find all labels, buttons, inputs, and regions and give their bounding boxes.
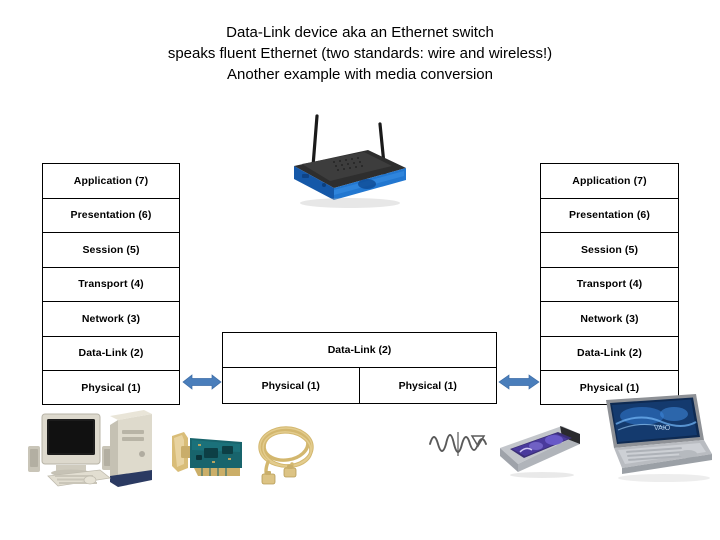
- wireless-link-arrow: [496, 371, 542, 393]
- switch-layer-datalink: Data-Link (2): [223, 333, 496, 368]
- radio-waves-icon: [428, 424, 488, 462]
- ethernet-cable-image: [248, 414, 324, 490]
- layer-datalink-left: Data-Link (2): [43, 337, 179, 371]
- osi-stack-left: Application (7) Presentation (6) Session…: [42, 163, 180, 405]
- layer-session-left: Session (5): [43, 233, 179, 268]
- layer-network-left: Network (3): [43, 302, 179, 337]
- wireless-router-image: [272, 104, 422, 212]
- desktop-computer-image: [22, 408, 174, 496]
- layer-presentation-left: Presentation (6): [43, 199, 179, 233]
- title-line-3: Another example with media conversion: [227, 66, 493, 83]
- layer-application-left: Application (7): [43, 164, 179, 199]
- switch-layer-physical-right: Physical (1): [398, 379, 457, 392]
- slide-title: Data-Link device aka an Ethernet switch …: [0, 22, 720, 85]
- switch-layer-table: Data-Link (2) Physical (1) Physical (1): [222, 332, 497, 404]
- layer-transport-right: Transport (4): [541, 268, 678, 302]
- svg-text:VAIO: VAIO: [654, 425, 671, 432]
- osi-stack-right: Application (7) Presentation (6) Session…: [540, 163, 679, 405]
- layer-datalink-right: Data-Link (2): [541, 337, 678, 371]
- pcmcia-wireless-card-image: [492, 418, 584, 480]
- layer-network-right: Network (3): [541, 302, 678, 337]
- title-line-2: speaks fluent Ethernet (two standards: w…: [167, 45, 553, 62]
- laptop-computer-image: VAIO: [592, 392, 714, 488]
- title-line-1: Data-Link device aka an Ethernet switch: [226, 24, 494, 41]
- layer-session-right: Session (5): [541, 233, 678, 268]
- switch-layer-physical-left: Physical (1): [223, 368, 360, 403]
- layer-transport-left: Transport (4): [43, 268, 179, 302]
- layer-presentation-right: Presentation (6): [541, 199, 678, 233]
- wired-link-arrow: [180, 371, 224, 393]
- slide-canvas: Data-Link device aka an Ethernet switch …: [0, 0, 720, 540]
- layer-application-right: Application (7): [541, 164, 678, 199]
- pci-network-card-image: [168, 424, 254, 482]
- layer-physical-left: Physical (1): [81, 382, 141, 395]
